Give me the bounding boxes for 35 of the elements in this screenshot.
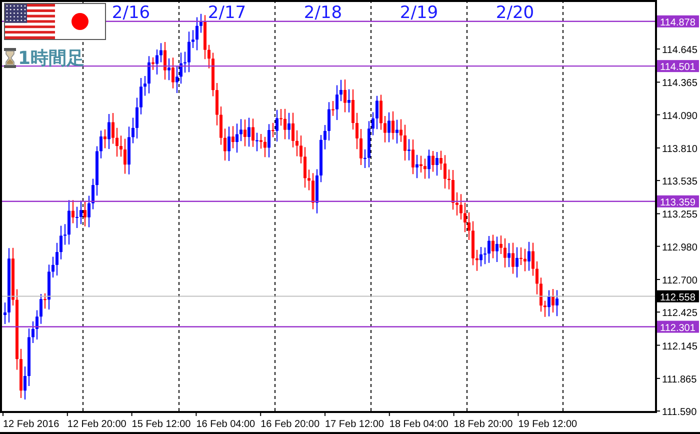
current-price-label: 112.558 (657, 290, 699, 304)
time-tick-label: 12 Feb 2016 (3, 419, 60, 430)
price-tick-label: 112.700 (662, 275, 698, 286)
time-tick-label: 18 Feb 20:00 (454, 419, 513, 430)
price-tick-label: 114.365 (662, 78, 698, 90)
price-tick-label: 111.590 (662, 407, 697, 418)
price-tick-label: 112.980 (662, 242, 698, 254)
date-label: 2/17 (208, 3, 246, 23)
price-tick-label: 113.535 (662, 176, 698, 188)
date-label: 2/18 (304, 3, 342, 23)
price-tick-label: 113.255 (662, 210, 698, 221)
price-tick-label: 112.145 (662, 341, 698, 352)
time-tick-label: 18 Feb 04:00 (389, 419, 448, 430)
timeframe-label: 1時間足 (18, 47, 85, 70)
usa-flag-icon (5, 4, 55, 39)
price-level-label: 113.359 (657, 195, 699, 208)
price-tick-label: 112.425 (662, 308, 698, 320)
price-level-label: 114.878 (657, 15, 699, 28)
price-tick-label: 114.645 (662, 45, 698, 56)
price-tick-label: 113.810 (662, 144, 698, 155)
time-tick-label: 17 Feb 12:00 (325, 419, 384, 430)
price-tick-label: 114.090 (662, 110, 698, 122)
price-tick-label: 111.865 (662, 374, 697, 386)
time-tick-label: 12 Feb 20:00 (67, 419, 126, 430)
date-label: 2/19 (400, 3, 438, 23)
price-level-label: 114.501 (657, 60, 699, 74)
time-tick-label: 16 Feb 20:00 (260, 419, 320, 430)
time-tick-label: 15 Feb 12:00 (132, 419, 191, 430)
time-tick-label: 16 Feb 04:00 (196, 419, 256, 430)
time-tick-label: 19 Feb 12:00 (518, 419, 578, 430)
hourglass-icon (4, 48, 16, 68)
date-label: 2/20 (496, 3, 534, 23)
price-level-label: 112.301 (657, 320, 699, 334)
date-label: 2/16 (112, 3, 150, 23)
japan-flag-icon (55, 4, 105, 39)
